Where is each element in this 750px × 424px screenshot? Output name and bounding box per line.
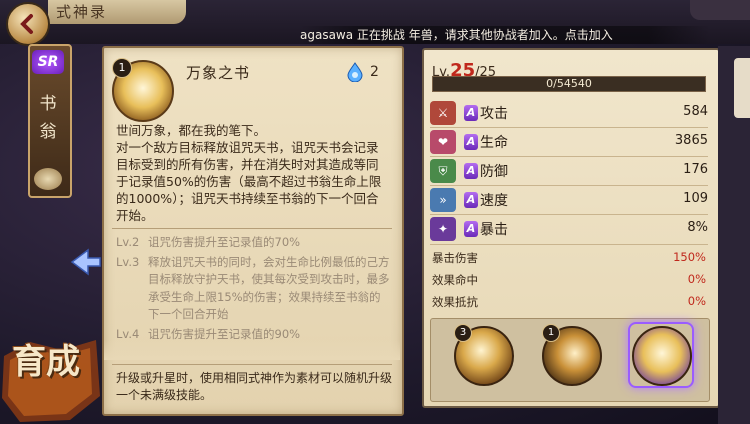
grade-badge: A	[464, 134, 478, 150]
divider	[430, 156, 708, 157]
skill-level-badge: 1	[112, 58, 132, 78]
back-button[interactable]	[6, 2, 50, 46]
card-ornament-icon	[34, 168, 62, 190]
skill-three-icon[interactable]	[632, 326, 692, 386]
skill-two-level: 1	[542, 324, 560, 342]
stat-speed: » A 速度 109	[430, 188, 708, 214]
divider	[430, 244, 708, 245]
crit-icon: ✦	[430, 217, 456, 241]
skill-note: 升级或升星时，使用相同式神作为素材可以随机升级一个未满级技能。	[116, 371, 393, 402]
skill-upgrade-list: Lv.2 诅咒伤害提升至记录值的70% Lv.3 释放诅咒天书的同时，会对生命比…	[116, 234, 392, 345]
stat-crit: ✦ A 暴击 8%	[430, 217, 708, 243]
top-right-tab[interactable]	[690, 0, 750, 20]
divider	[430, 214, 708, 215]
divider	[112, 228, 392, 229]
rarity-badge: SR	[32, 50, 64, 74]
grade-badge: A	[464, 163, 478, 179]
grade-badge: A	[464, 221, 478, 237]
page-title: 式神录	[48, 0, 186, 24]
stat-health: ❤ A 生命 3865	[430, 130, 708, 156]
orb-cost: 2	[370, 64, 379, 80]
growth-button[interactable]: 育成	[12, 344, 80, 380]
upgrade-row: Lv.3 释放诅咒天书的同时，会对生命比例最低的己方目标释放守护天书，使其每次受…	[116, 254, 390, 322]
grade-badge: A	[464, 105, 478, 121]
divider	[430, 185, 708, 186]
challenge-notice[interactable]: agasawa 正在挑战 年兽，请求其他协战者加入。点击加入	[300, 26, 710, 44]
speed-icon: »	[430, 188, 456, 212]
stat-defense: ⛨ A 防御 176	[430, 159, 708, 185]
substat-effect-hit: 效果命中 0%	[432, 272, 706, 287]
scroll-fade	[104, 340, 400, 360]
attack-icon: ⚔	[430, 101, 456, 125]
defense-icon: ⛨	[430, 159, 456, 183]
skill-one-level: 3	[454, 324, 472, 342]
back-arrow-icon	[20, 14, 33, 34]
onmyoji-orb-icon	[347, 62, 363, 82]
stat-attack: ⚔ A 攻击 584	[430, 101, 708, 127]
shikigami-name: 书 翁	[39, 94, 57, 142]
health-icon: ❤	[430, 130, 456, 154]
exp-bar: 0/54540	[432, 76, 706, 92]
grade-badge: A	[464, 192, 478, 208]
substat-crit-damage: 暴击伤害 150%	[432, 250, 706, 265]
divider	[112, 364, 392, 365]
skill-name: 万象之书	[186, 64, 251, 82]
upgrade-row: Lv.2 诅咒伤害提升至记录值的70%	[116, 235, 301, 249]
skill-description: 世间万象，都在我的笔下。 对一个敌方目标释放诅咒天书，诅咒天书会记录目标受到的所…	[116, 123, 382, 223]
right-edge-tab[interactable]	[734, 58, 750, 118]
exp-text: 0/54540	[546, 77, 592, 90]
divider	[430, 127, 708, 128]
substat-effect-resist: 效果抵抗 0%	[432, 294, 706, 309]
left-arrow-icon[interactable]	[66, 248, 102, 276]
